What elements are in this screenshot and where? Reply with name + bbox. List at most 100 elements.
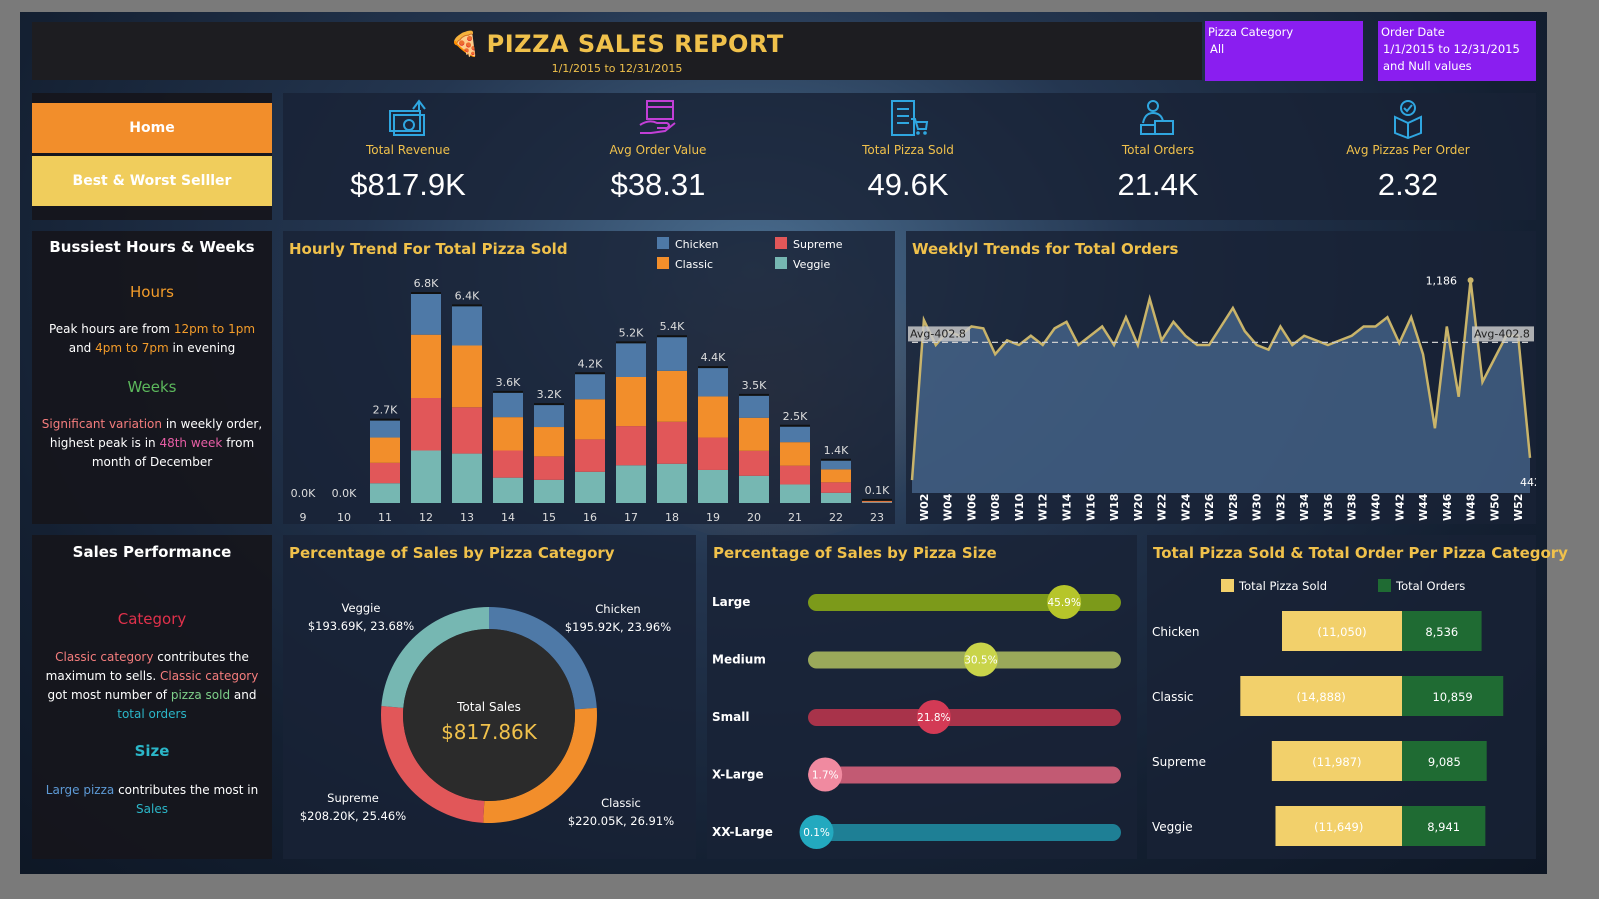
busiest-title: Bussiest Hours & Weeks <box>49 238 255 256</box>
size-chart: Large 45.9% Medium 30.5% Small 21.8% X-Large 1.… <box>712 585 1121 849</box>
kpi-total-revenue: Total Revenue $817.9K <box>283 93 533 218</box>
donut-label-value: $195.92K, 23.96% <box>565 620 671 634</box>
donut-center-value: $817.86K <box>441 720 538 744</box>
donut-label-value: $193.69K, 23.68% <box>308 619 414 633</box>
hourly-x-tick: 16 <box>583 511 597 524</box>
hourly-x-tick: 17 <box>624 511 638 524</box>
kpi-value: 2.32 <box>1377 167 1439 202</box>
legend-swatch <box>657 257 669 269</box>
hourly-bar-segment <box>616 377 646 427</box>
weekly-max-point <box>1467 277 1474 284</box>
weekly-max-label: 1,186 <box>1426 274 1458 287</box>
kpi-label: Avg Pizzas Per Order <box>1346 143 1470 157</box>
hourly-x-tick: 19 <box>706 511 720 524</box>
hourly-bar-segment <box>657 421 687 464</box>
hourly-bar-segment <box>698 469 728 503</box>
size-label: X-Large <box>712 768 764 782</box>
best-worst-seller-button[interactable]: Best & Worst Selller <box>32 156 272 206</box>
report-header: 🍕 PIZZA SALES REPORT 1/1/2015 to 12/31/20… <box>32 22 1202 80</box>
hourly-bar-segment <box>821 482 851 493</box>
hours-heading: Hours <box>130 283 174 301</box>
pizza-category-filter[interactable]: Pizza Category All <box>1205 21 1363 81</box>
hourly-bar-segment <box>739 417 769 451</box>
size-value-label: 45.9% <box>1047 597 1080 609</box>
hourly-bar-segment <box>452 305 482 346</box>
hourly-bar-segment <box>534 456 564 480</box>
hourly-x-tick: 10 <box>337 511 351 524</box>
weekly-x-tick: W30 <box>1251 493 1264 521</box>
hourly-bar-segment <box>780 465 810 485</box>
hourly-bar-segment <box>575 399 605 440</box>
hourly-bar-segment <box>739 394 769 418</box>
weekly-x-tick: W06 <box>965 493 978 521</box>
donut-label-value: $208.20K, 25.46% <box>300 809 406 823</box>
legend-swatch <box>775 257 787 269</box>
weekly-x-tick: W10 <box>1013 493 1026 521</box>
weekly-x-tick: W50 <box>1488 493 1501 521</box>
legend-label: Veggie <box>793 258 830 271</box>
weekly-area <box>912 280 1530 493</box>
hourly-bar-segment <box>411 450 441 503</box>
hourly-bar-segment <box>575 471 605 503</box>
hourly-bar-segment <box>411 398 441 451</box>
hourly-bar-segment <box>862 501 892 503</box>
catbar-orders-label: 10,859 <box>1432 690 1472 704</box>
kpi-avg-pizzas-per-order: Avg Pizzas Per Order 2.32 <box>1283 93 1533 218</box>
hours-text: Peak hours are from 12pm to 1pm and 4pm … <box>48 322 256 355</box>
filter-value: All <box>1210 42 1225 56</box>
size-value-label: 0.1% <box>803 827 830 839</box>
filter-label: Pizza Category <box>1208 25 1294 39</box>
weekly-x-tick: W16 <box>1084 493 1097 521</box>
hourly-total-label: 0.0K <box>291 487 316 500</box>
home-button[interactable]: Home <box>32 103 272 153</box>
hourly-bar-segment <box>575 439 605 472</box>
hourly-x-tick: 13 <box>460 511 474 524</box>
weeks-text: Significant variation in weekly order, h… <box>41 417 263 469</box>
hand-card-icon <box>639 100 676 134</box>
size-label: Large <box>712 595 750 609</box>
catbar-sold-label: (11,050) <box>1317 625 1366 639</box>
legend-swatch <box>657 237 669 249</box>
donut-label-name: Veggie <box>342 601 381 615</box>
hourly-bar-segment <box>493 417 523 451</box>
category-donut-chart: Total Sales $817.86K Chicken $195.92K, 23.9… <box>300 601 674 828</box>
hourly-x-tick: 18 <box>665 511 679 524</box>
weekly-trend-panel: Weeklyl Trends for Total Orders Avg-402.… <box>906 231 1536 524</box>
legend-swatch <box>775 237 787 249</box>
weekly-x-tick: W52 <box>1512 494 1525 521</box>
catbar-label: Veggie <box>1152 820 1193 834</box>
hourly-total-label: 3.2K <box>537 388 562 401</box>
hourly-bar-segment <box>821 469 851 483</box>
hourly-total-label: 4.4K <box>701 351 726 364</box>
size-label: XX-Large <box>712 825 773 839</box>
hourly-x-tick: 11 <box>378 511 392 524</box>
weekly-x-tick: W02 <box>918 494 931 521</box>
weekly-x-tick: W08 <box>989 494 1002 521</box>
weekly-x-tick: W42 <box>1393 494 1406 521</box>
weekly-x-tick: W20 <box>1132 493 1145 521</box>
delivery-person-icon <box>1140 100 1174 135</box>
hourly-bar-segment <box>411 334 441 398</box>
donut-center <box>403 629 575 801</box>
catbar-sold-label: (11,649) <box>1314 820 1363 834</box>
sales-performance-panel: Sales Performance Category Classic categ… <box>32 535 272 859</box>
hourly-bar-segment <box>493 391 523 418</box>
legend-swatch-sold <box>1221 579 1234 592</box>
category-bars-chart: Total Pizza Sold Total Orders Chicken (11,0… <box>1152 579 1504 846</box>
weekly-x-tick: W46 <box>1441 493 1454 521</box>
hourly-bar-segment <box>534 404 564 428</box>
hourly-bar-segment <box>452 345 482 408</box>
hourly-total-label: 1.4K <box>824 444 849 457</box>
filter-value: and Null values <box>1383 59 1472 73</box>
hourly-bar-segment <box>370 462 400 484</box>
size-label: Medium <box>712 653 766 667</box>
kpi-label: Total Revenue <box>365 143 451 157</box>
hourly-total-label: 2.7K <box>373 404 398 417</box>
weekly-x-tick: W18 <box>1108 494 1121 521</box>
legend-label: Classic <box>675 258 713 271</box>
hourly-bar-segment <box>698 396 728 438</box>
date-range: 1/1/2015 to 12/31/2015 <box>551 62 683 75</box>
hourly-total-label: 0.1K <box>865 484 890 497</box>
hourly-bar-segment <box>370 483 400 503</box>
order-date-filter[interactable]: Order Date 1/1/2015 to 12/31/2015 and Nu… <box>1378 21 1536 81</box>
